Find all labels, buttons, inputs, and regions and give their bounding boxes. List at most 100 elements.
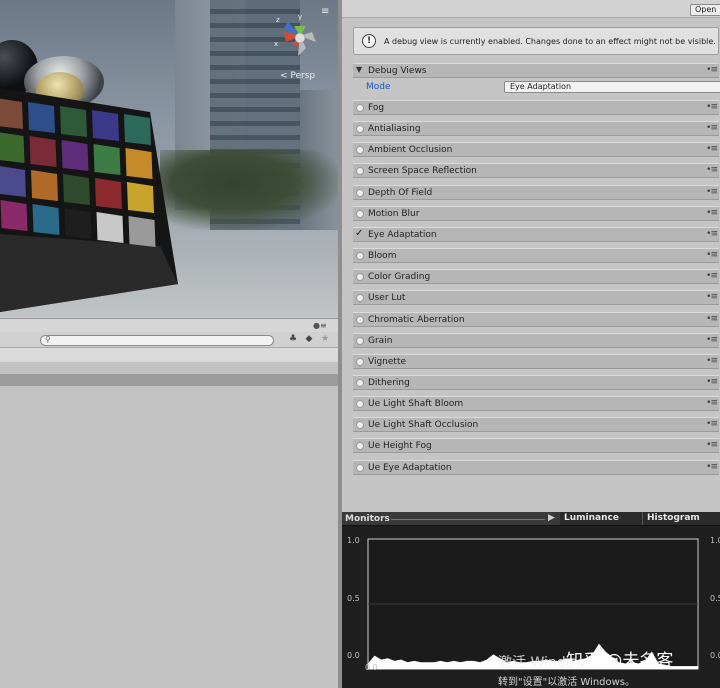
toggle-off-icon[interactable] <box>356 188 364 197</box>
section-menu-icon[interactable]: •≡ <box>706 65 718 75</box>
open-button[interactable]: Open <box>690 4 720 16</box>
play-icon[interactable]: ▶ <box>548 513 555 523</box>
effect-label: Color Grading <box>368 272 431 283</box>
effect-label: User Lut <box>368 293 406 304</box>
effect-label: Screen Space Reflection <box>368 166 477 177</box>
checker-cell <box>96 212 124 243</box>
effect-section[interactable]: Depth Of Field •≡ <box>353 184 719 200</box>
toggle-off-icon[interactable] <box>356 209 364 218</box>
section-menu-icon[interactable]: •≡ <box>706 419 718 429</box>
project-list[interactable] <box>0 386 340 688</box>
section-menu-icon[interactable]: •≡ <box>706 165 718 175</box>
checker-cell <box>95 178 122 209</box>
toggle-off-icon[interactable] <box>356 146 364 155</box>
section-menu-icon[interactable]: •≡ <box>706 229 718 239</box>
effect-label: Ue Eye Adaptation <box>368 462 452 473</box>
info-icon: ! <box>362 34 376 48</box>
checker-cell <box>0 98 23 129</box>
fold-arrow-icon[interactable]: ▼ <box>356 65 362 74</box>
author-watermark: 知乎 @未名客 <box>566 651 674 671</box>
scene-view[interactable]: y z x < Persp ≡ <box>0 0 340 318</box>
checker-cell <box>31 170 58 201</box>
toggle-off-icon[interactable] <box>356 421 364 430</box>
mode-label: Mode <box>366 82 391 92</box>
toggle-off-icon[interactable] <box>356 252 364 261</box>
toggle-off-icon[interactable] <box>356 104 364 112</box>
filter-label-icon[interactable]: ◆ <box>302 334 316 346</box>
trees <box>160 150 340 230</box>
unity-editor: y z x < Persp ≡ ●≡ ⚲ ♣ ◆ ★ Open ! A debu… <box>0 0 720 688</box>
toggle-off-icon[interactable] <box>356 442 364 451</box>
effect-section[interactable]: Grain •≡ <box>353 332 719 348</box>
mode-row: Mode Eye Adaptation ⇕ <box>353 80 720 94</box>
orientation-gizmo[interactable]: y z x <box>272 12 328 64</box>
section-debug-views[interactable]: ▼ Debug Views •≡ <box>353 63 719 78</box>
checker-cell <box>60 106 87 137</box>
scene-menu-icon[interactable]: ≡ <box>321 6 329 17</box>
section-menu-icon[interactable]: •≡ <box>706 144 718 154</box>
tab-histogram[interactable]: Histogram <box>642 512 720 525</box>
effect-section[interactable]: Ue Eye Adaptation •≡ <box>353 459 719 475</box>
section-menu-icon[interactable]: •≡ <box>706 250 718 260</box>
toggle-off-icon[interactable] <box>356 125 364 134</box>
section-menu-icon[interactable]: •≡ <box>706 187 718 197</box>
effect-section[interactable]: Fog •≡ <box>353 100 719 115</box>
toggle-off-icon[interactable] <box>356 357 364 366</box>
toggle-off-icon[interactable] <box>356 463 364 472</box>
section-menu-icon[interactable]: •≡ <box>706 335 718 345</box>
mode-value: Eye Adaptation <box>510 82 572 91</box>
effect-section[interactable]: Dithering •≡ <box>353 374 719 390</box>
effect-label: Depth Of Field <box>368 187 433 198</box>
effect-section[interactable]: User Lut •≡ <box>353 290 719 306</box>
effect-section[interactable]: ✓ Eye Adaptation •≡ <box>353 226 719 242</box>
toggle-off-icon[interactable] <box>356 400 364 409</box>
tab-luminance[interactable]: Luminance <box>560 512 642 525</box>
section-menu-icon[interactable]: •≡ <box>706 271 718 281</box>
monitors-title: Monitors <box>345 514 390 524</box>
toggle-off-icon[interactable] <box>356 336 364 345</box>
checker-cell <box>63 174 90 205</box>
toggle-off-icon[interactable] <box>356 378 364 387</box>
effect-section[interactable]: Ambient Occlusion •≡ <box>353 142 719 158</box>
section-menu-icon[interactable]: •≡ <box>706 440 718 450</box>
section-menu-icon[interactable]: •≡ <box>706 102 718 112</box>
right-tick-label: 0.5 <box>710 594 720 603</box>
lock-icon[interactable]: ●≡ <box>313 321 327 330</box>
section-menu-icon[interactable]: •≡ <box>706 292 718 302</box>
section-menu-icon[interactable]: •≡ <box>706 123 718 133</box>
effect-section[interactable]: Color Grading •≡ <box>353 269 719 285</box>
section-menu-icon[interactable]: •≡ <box>706 398 718 408</box>
y-tick-label: 1.0 <box>347 536 360 545</box>
inspector-header: Open <box>342 0 720 18</box>
checkmark-icon[interactable]: ✓ <box>355 228 363 239</box>
effect-section[interactable]: Ue Height Fog •≡ <box>353 438 719 454</box>
effect-section[interactable]: Screen Space Reflection •≡ <box>353 163 719 179</box>
checker-cell <box>32 204 60 235</box>
effect-section[interactable]: Ue Light Shaft Bloom •≡ <box>353 396 719 412</box>
effect-section[interactable]: Motion Blur •≡ <box>353 205 719 221</box>
toggle-off-icon[interactable] <box>356 315 364 324</box>
checker-cell <box>0 200 28 231</box>
filter-type-icon[interactable]: ♣ <box>286 334 300 346</box>
toggle-off-icon[interactable] <box>356 273 364 282</box>
toggle-off-icon[interactable] <box>356 167 364 176</box>
section-menu-icon[interactable]: •≡ <box>706 377 718 387</box>
effect-section[interactable]: Antialiasing •≡ <box>353 121 719 137</box>
toggle-off-icon[interactable] <box>356 294 364 303</box>
projection-label[interactable]: < Persp <box>280 71 315 81</box>
favorite-icon[interactable]: ★ <box>318 334 332 346</box>
effect-section[interactable]: Chromatic Aberration •≡ <box>353 311 719 327</box>
mode-dropdown[interactable]: Eye Adaptation ⇕ <box>504 81 720 93</box>
monitors-toolbar: Monitors ▶ Luminance Histogram <box>342 512 720 526</box>
effect-section[interactable]: Bloom •≡ <box>353 248 719 264</box>
debug-info-box: ! A debug view is currently enabled. Cha… <box>353 27 719 55</box>
section-menu-icon[interactable]: •≡ <box>706 208 718 218</box>
section-menu-icon[interactable]: •≡ <box>706 356 718 366</box>
effect-label: Ambient Occlusion <box>368 145 453 156</box>
search-input[interactable]: ⚲ <box>40 335 274 346</box>
effect-section[interactable]: Vignette •≡ <box>353 353 719 369</box>
activate-windows-subtitle: 转到"设置"以激活 Windows。 <box>498 677 636 688</box>
section-menu-icon[interactable]: •≡ <box>706 314 718 324</box>
section-menu-icon[interactable]: •≡ <box>706 462 718 472</box>
effect-section[interactable]: Ue Light Shaft Occlusion •≡ <box>353 417 719 433</box>
